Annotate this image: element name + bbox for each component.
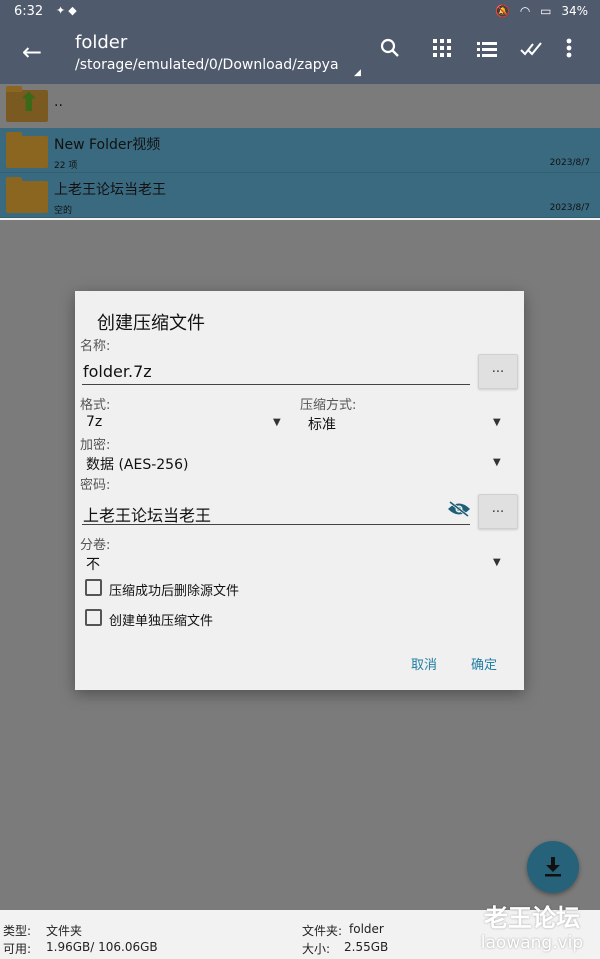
file-name: .. — [54, 94, 63, 110]
split-select[interactable]: 不 — [86, 554, 100, 574]
folder-icon — [6, 177, 48, 213]
type-label: 类型: — [3, 924, 32, 938]
download-fab[interactable] — [527, 841, 579, 893]
separate-archive-checkbox[interactable] — [85, 609, 102, 626]
delete-source-label: 压缩成功后删除源文件 — [109, 584, 240, 599]
split-dropdown-icon[interactable]: ▼ — [493, 557, 501, 568]
password-input[interactable]: 上老王论坛当老王 — [83, 502, 211, 526]
name-underline — [82, 384, 470, 385]
type-value: 文件夹 — [46, 924, 83, 938]
wifi-icon: ◠ — [519, 4, 531, 18]
browse-name-button[interactable]: ... — [478, 354, 518, 389]
delete-source-checkbox[interactable] — [85, 579, 102, 596]
notification-icons: ✦◆ — [56, 4, 80, 17]
free-label: 可用: — [3, 942, 32, 956]
file-meta: 22 项 — [54, 161, 78, 171]
separate-archive-label: 创建单独压缩文件 — [109, 614, 214, 629]
dialog-title: 创建压缩文件 — [97, 313, 205, 334]
method-dropdown-icon[interactable]: ▼ — [493, 417, 501, 428]
format-label: 格式: — [80, 398, 111, 413]
free-value: 1.96GB/ 106.06GB — [46, 940, 158, 954]
format-select[interactable]: 7z — [86, 414, 102, 430]
file-meta: 空的 — [54, 206, 73, 216]
list-item-parent[interactable]: ⬆ .. — [0, 84, 600, 128]
more-vert-icon[interactable] — [566, 38, 572, 63]
status-right: 🔕 ◠ ▭ 34% — [489, 4, 588, 18]
mute-icon: 🔕 — [495, 4, 511, 18]
battery-percent: 34% — [561, 4, 588, 18]
encryption-select[interactable]: 数据 (AES-256) — [86, 454, 188, 474]
size-value: 2.55GB — [344, 940, 389, 954]
cancel-button[interactable]: 取消 — [411, 654, 437, 673]
list-item[interactable]: New Folder视频 22 项 2023/8/7 — [0, 128, 600, 173]
size-label: 大小: — [302, 942, 331, 956]
status-bar: 6:32 ✦◆ 🔕 ◠ ▭ 34% — [0, 0, 600, 24]
split-label: 分卷: — [80, 538, 111, 553]
create-archive-dialog: 创建压缩文件 名称: folder.7z ... 格式: 7z ▼ 压缩方式: … — [75, 291, 524, 690]
visibility-off-icon[interactable] — [447, 500, 471, 518]
file-date: 2023/8/7 — [549, 203, 590, 213]
format-dropdown-icon[interactable]: ▼ — [273, 417, 281, 428]
file-name: 上老王论坛当老王 — [54, 182, 166, 198]
file-list: ⬆ .. New Folder视频 22 项 2023/8/7 上老王论坛当老王… — [0, 84, 600, 218]
battery-icon: ▭ — [540, 4, 552, 18]
encryption-dropdown-icon[interactable]: ▼ — [493, 457, 501, 468]
browse-password-button[interactable]: ... — [478, 494, 518, 529]
password-underline — [82, 524, 470, 525]
password-label: 密码: — [80, 478, 111, 493]
current-path[interactable]: /storage/emulated/0/Download/zapya — [75, 57, 339, 73]
list-view-icon[interactable] — [477, 38, 497, 62]
search-icon[interactable] — [380, 38, 400, 63]
ok-button[interactable]: 确定 — [471, 654, 497, 673]
status-time: 6:32 — [14, 4, 44, 19]
method-label: 压缩方式: — [300, 398, 357, 413]
method-select[interactable]: 标准 — [308, 414, 336, 434]
folder-label: 文件夹: — [302, 924, 343, 938]
name-label: 名称: — [80, 339, 111, 354]
select-all-icon[interactable] — [520, 38, 544, 62]
archive-name-input[interactable]: folder.7z — [83, 362, 152, 381]
toolbar-title: folder — [75, 32, 128, 53]
watermark-logo: 老王论坛 laowang.vip — [470, 898, 594, 953]
grid-view-icon[interactable] — [433, 38, 451, 62]
watermark-line2: laowang.vip — [480, 933, 584, 953]
watermark-line1: 老王论坛 — [484, 904, 580, 932]
file-name: New Folder视频 — [54, 137, 161, 153]
back-arrow-icon[interactable]: ← — [22, 38, 42, 66]
folder-icon — [6, 132, 48, 168]
folder-value: folder — [349, 922, 384, 936]
app-toolbar: ← folder /storage/emulated/0/Download/za… — [0, 24, 600, 84]
file-date: 2023/8/7 — [549, 158, 590, 168]
list-item[interactable]: 上老王论坛当老王 空的 2023/8/7 — [0, 173, 600, 218]
path-dropdown-icon[interactable]: ◢ — [354, 68, 361, 78]
encryption-label: 加密: — [80, 438, 111, 453]
folder-up-icon: ⬆ — [6, 86, 48, 122]
